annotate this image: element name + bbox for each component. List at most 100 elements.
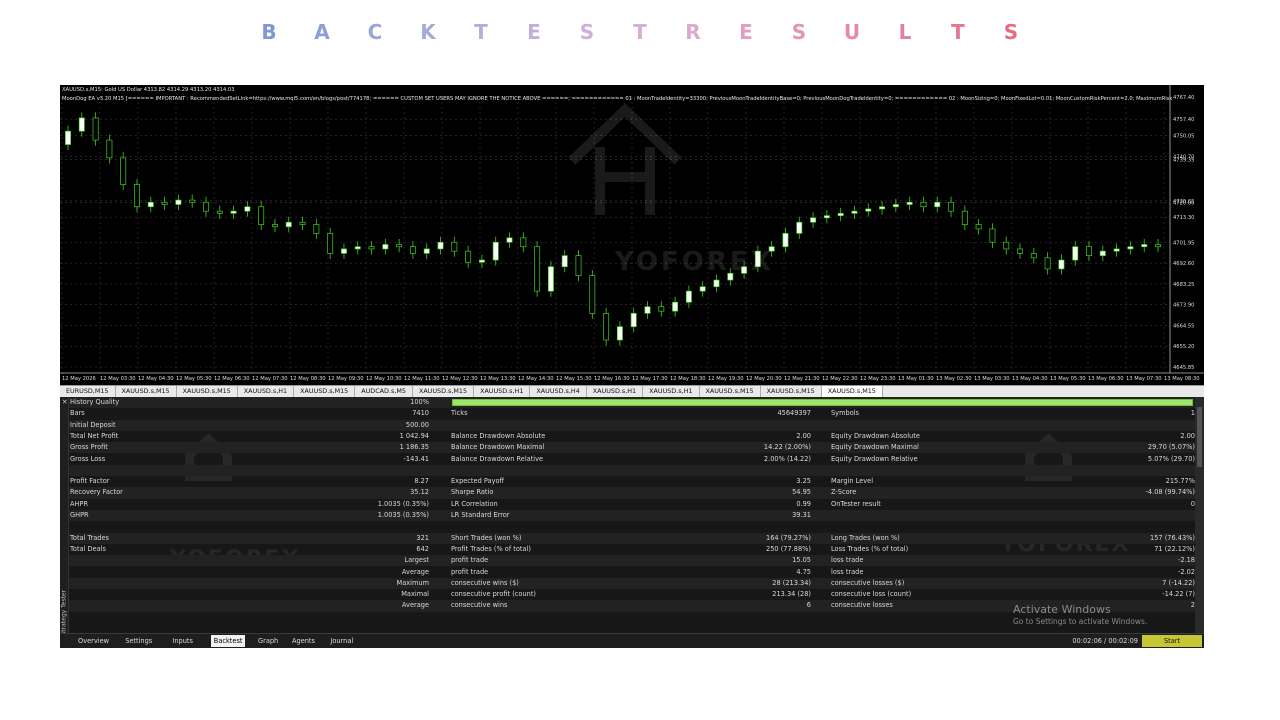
candle-body	[478, 259, 485, 263]
chart-tab[interactable]: XAUUSD.s,M15	[700, 386, 761, 397]
tester-tab-graph[interactable]: Graph	[258, 637, 278, 646]
time-tick-label: 12 May 12:30	[442, 376, 478, 382]
metric-value: 28 (213.34)	[772, 578, 811, 587]
candle-body	[175, 199, 182, 205]
banner-letter: T	[633, 20, 647, 44]
start-button[interactable]: Start	[1142, 635, 1202, 647]
time-tick-label: 12 May 08:30	[290, 376, 326, 382]
candle-body	[658, 306, 665, 312]
candle-body	[782, 233, 789, 248]
chart-tab[interactable]: XAUUSD.s,H4	[530, 386, 587, 397]
banner-letter: T	[951, 20, 965, 44]
ticks-label: Ticks	[451, 409, 468, 418]
chart-tab[interactable]: XAUUSD.s,H1	[587, 386, 644, 397]
price-tick-label: 4655.20	[1173, 344, 1194, 350]
candle-body	[810, 217, 817, 223]
chart-header: XAUUSD.s,M15: Gold US Dollar 4313.82 431…	[62, 86, 1172, 104]
candle-body	[506, 237, 513, 243]
chart-tab[interactable]: XAUUSD.s,M15	[116, 386, 177, 397]
report-row: Largest profit trade 15.05 loss trade -2.18	[69, 555, 1195, 567]
metric-label: AHPR	[70, 499, 89, 508]
report-row: Total Net Profit 1 042.94 Balance Drawdown…	[69, 431, 1195, 442]
metric-label: Total Net Profit	[70, 431, 119, 440]
price-tick-label: 4683.25	[1173, 282, 1194, 288]
candle-body	[92, 117, 99, 141]
time-tick-label: 12 May 18:30	[670, 376, 706, 382]
price-chart[interactable]: 4767.40 4757.40 4750.05 4740.70 4739.35 4720.…	[60, 85, 1204, 384]
banner-letter: E	[527, 20, 541, 44]
tester-tab-backtest[interactable]: Backtest	[210, 635, 246, 647]
time-tick-label: 12 May 2026	[62, 376, 96, 382]
banner-letter: S	[579, 20, 595, 44]
report-row: Total Trades 321 Short Trades (won %) 164 (…	[69, 532, 1195, 544]
candle-body	[313, 224, 320, 234]
close-icon[interactable]: ✕	[62, 397, 68, 408]
time-tick-label: 12 May 23:30	[860, 376, 896, 382]
price-tick-label: 4767.40	[1173, 95, 1194, 101]
metric-value: 2.00	[796, 431, 811, 440]
metric-value: 5.07% (29.70)	[1147, 454, 1195, 463]
metric-label: loss trade	[831, 556, 864, 565]
report-row: Gross Profit 1 186.35 Balance Drawdown Max…	[69, 442, 1195, 454]
chart-tab[interactable]: XAUUSD.s,H1	[474, 386, 531, 397]
tester-tab-settings[interactable]: Settings	[125, 637, 152, 646]
metric-value: 213.34 (28)	[772, 590, 811, 599]
history-quality-label: History Quality	[70, 398, 120, 406]
candle-body	[906, 201, 913, 205]
metric-value: 2.00% (14.22)	[763, 454, 811, 463]
candle-body	[865, 208, 872, 212]
candle-body	[106, 139, 113, 159]
initial-deposit-label: Initial Deposit	[70, 420, 116, 429]
scrollbar-thumb[interactable]	[1197, 407, 1202, 467]
time-tick-label: 12 May 15:30	[556, 376, 592, 382]
banner-letter: T	[474, 20, 488, 44]
metric-value: 0.99	[796, 499, 811, 508]
metric-value: 14.22 (2.00%)	[763, 443, 811, 452]
candle-body	[1155, 244, 1161, 248]
banner-letter: U	[843, 20, 861, 44]
candle-body	[1086, 246, 1092, 256]
metric-label: LR Standard Error	[451, 511, 510, 519]
time-tick-label: 13 May 02:30	[936, 376, 972, 382]
chart-tab[interactable]: AUDCAD.s,M5	[355, 386, 413, 397]
report-scrollbar[interactable]	[1195, 397, 1204, 633]
ticks-value: 45649397	[777, 409, 811, 418]
candle-body	[699, 286, 706, 292]
chart-tab[interactable]: XAUUSD.s,M15	[413, 386, 475, 397]
metric-label: Profit Factor	[70, 477, 110, 486]
metric-label: Profit Trades (% of total)	[451, 544, 531, 553]
banner-letter: L	[898, 20, 912, 44]
metric-value: 35.12	[410, 488, 429, 497]
bars-label: Bars	[70, 409, 85, 418]
candle-body	[989, 228, 996, 243]
metric-label: Short Trades (won %)	[451, 533, 522, 542]
chart-tab[interactable]: XAUUSD.s,M15	[761, 386, 822, 397]
tester-tab-journal[interactable]: Journal	[330, 637, 353, 646]
candle-body	[189, 199, 196, 203]
candle-body	[975, 224, 982, 230]
chart-tab[interactable]: XAUUSD.s,M15	[821, 386, 883, 397]
chart-tab[interactable]: EURUSD,M15	[60, 386, 116, 397]
time-tick-label: 12 May 10:30	[366, 376, 402, 382]
tester-tab-agents[interactable]: Agents	[292, 637, 315, 646]
chart-tab[interactable]: XAUUSD.s,M15	[177, 386, 238, 397]
metric-value: 7 (-14.22)	[1162, 578, 1195, 587]
metric-label: consecutive wins ($)	[451, 578, 519, 587]
candle-body	[120, 157, 127, 185]
report-row: Average profit trade 4.75 loss trade -2.02	[69, 567, 1195, 578]
chart-tab[interactable]: XAUUSD.s,M15	[294, 386, 356, 397]
chart-tab[interactable]: XAUUSD.s,H1	[238, 386, 295, 397]
metric-value: 39.31	[792, 511, 811, 519]
candle-body	[258, 206, 265, 225]
chart-tab[interactable]: XAUUSD.s,H1	[643, 386, 700, 397]
banner-letter: E	[739, 20, 753, 44]
metric-label: Total Deals	[70, 544, 106, 553]
metric-value: 321	[416, 533, 429, 542]
tester-tab-overview[interactable]: Overview	[78, 637, 109, 646]
candle-body	[616, 326, 623, 341]
metric-value: 8.27	[414, 477, 429, 486]
history-quality-value: 100%	[410, 398, 429, 406]
report-row: Maximum consecutive wins ($) 28 (213.34) co…	[69, 577, 1195, 590]
metric-label: profit trade	[451, 567, 489, 576]
tester-tab-inputs[interactable]: Inputs	[172, 637, 193, 646]
